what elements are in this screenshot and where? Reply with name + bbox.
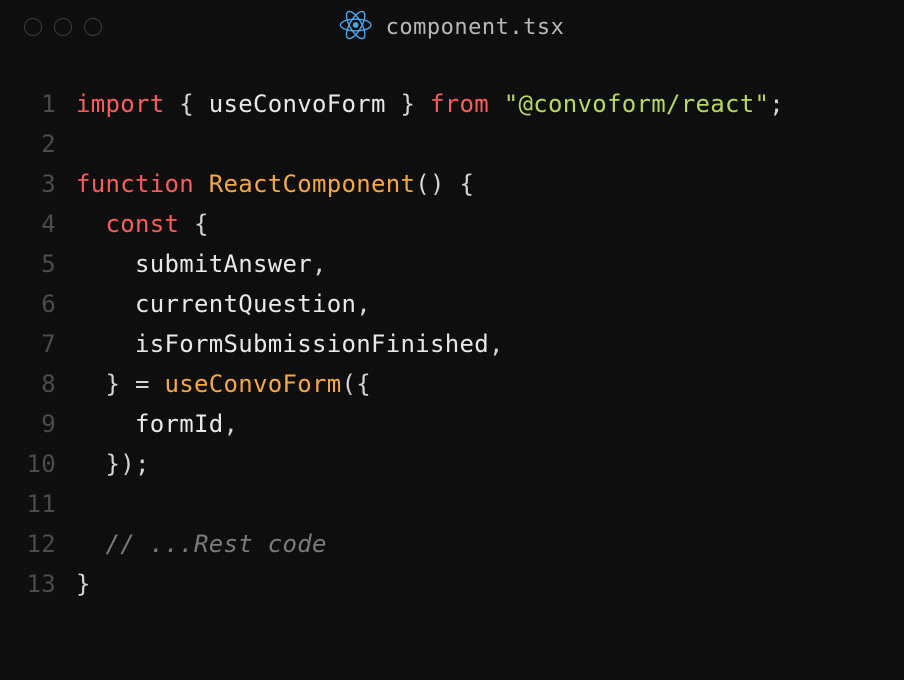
code-content: }); — [76, 450, 150, 478]
maximize-window-button[interactable] — [84, 18, 102, 36]
code-line: 11 — [0, 490, 904, 530]
code-line: 5 submitAnswer, — [0, 250, 904, 290]
close-window-button[interactable] — [24, 18, 42, 36]
code-content: function ReactComponent() { — [76, 170, 474, 198]
active-tab[interactable]: component.tsx — [340, 9, 565, 45]
code-line: 7 isFormSubmissionFinished, — [0, 330, 904, 370]
code-line: 1 import { useConvoForm } from "@convofo… — [0, 90, 904, 130]
code-content: isFormSubmissionFinished, — [76, 330, 504, 358]
line-number: 10 — [0, 450, 76, 478]
react-icon — [340, 9, 372, 45]
traffic-lights — [24, 18, 102, 36]
code-line: 12 // ...Rest code — [0, 530, 904, 570]
line-number: 11 — [0, 490, 76, 518]
minimize-window-button[interactable] — [54, 18, 72, 36]
line-number: 1 — [0, 90, 76, 118]
line-number: 2 — [0, 130, 76, 158]
code-content: currentQuestion, — [76, 290, 371, 318]
line-number: 8 — [0, 370, 76, 398]
line-number: 6 — [0, 290, 76, 318]
code-editor[interactable]: 1 import { useConvoForm } from "@convofo… — [0, 50, 904, 610]
code-line: 2 — [0, 130, 904, 170]
code-content: } — [76, 570, 91, 598]
code-line: 8 } = useConvoForm({ — [0, 370, 904, 410]
code-content: submitAnswer, — [76, 250, 327, 278]
line-number: 3 — [0, 170, 76, 198]
line-number: 13 — [0, 570, 76, 598]
line-number: 4 — [0, 210, 76, 238]
code-content: // ...Rest code — [76, 530, 327, 558]
titlebar: component.tsx — [0, 0, 904, 50]
code-line: 3 function ReactComponent() { — [0, 170, 904, 210]
code-content: const { — [76, 210, 209, 238]
line-number: 7 — [0, 330, 76, 358]
line-number: 12 — [0, 530, 76, 558]
code-line: 13 } — [0, 570, 904, 610]
code-line: 4 const { — [0, 210, 904, 250]
code-line: 10 }); — [0, 450, 904, 490]
line-number: 5 — [0, 250, 76, 278]
code-line: 9 formId, — [0, 410, 904, 450]
filename-label: component.tsx — [386, 15, 565, 40]
code-content: import { useConvoForm } from "@convoform… — [76, 90, 784, 118]
code-line: 6 currentQuestion, — [0, 290, 904, 330]
line-number: 9 — [0, 410, 76, 438]
code-content: formId, — [76, 410, 238, 438]
code-content: } = useConvoForm({ — [76, 370, 371, 398]
